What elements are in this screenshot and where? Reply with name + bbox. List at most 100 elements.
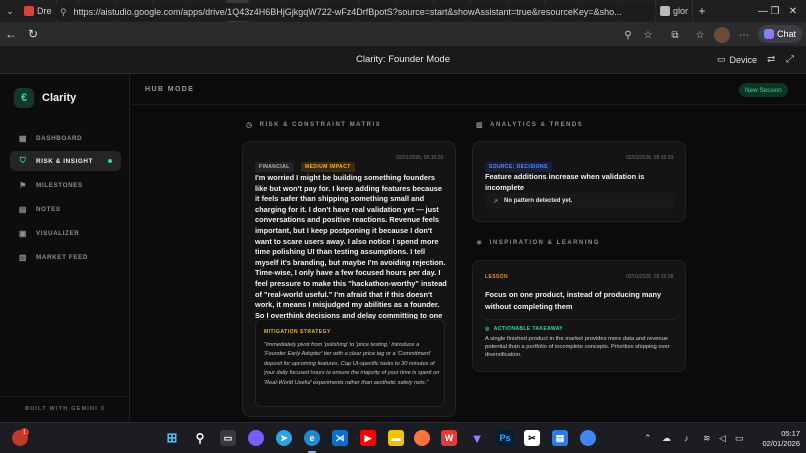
windows-start-icon[interactable]: ⊞ [164, 430, 180, 446]
url-field[interactable]: ⚲ https://aistudio.google.com/apps/drive… [52, 3, 656, 21]
tab-favicon-icon [660, 6, 670, 16]
tab-label: glor [673, 6, 689, 16]
pattern-status: ↗ No pattern detected yet. [485, 193, 675, 209]
sidebar-item-label: VISUALIZER [36, 229, 80, 237]
sidebar-item-label: DASHBOARD [36, 134, 83, 142]
sidebar-item-label: MARKET FEED [36, 253, 89, 261]
system-clock[interactable]: 05:17 02/01/2026 [752, 429, 800, 449]
sidebar-item-dashboard[interactable]: ▦ DASHBOARD [10, 128, 121, 148]
wps-office-icon[interactable]: W [441, 430, 457, 446]
refresh-icon[interactable]: ⇄ [767, 54, 775, 65]
battery-icon[interactable]: ▭ [735, 433, 744, 444]
chat-label: Chat [776, 29, 796, 39]
feed-icon: ▥ [18, 252, 28, 262]
inspiration-section-header: ☀ INSPIRATION & LEARNING [476, 239, 600, 247]
file-explorer-icon[interactable]: ▬ [388, 430, 404, 446]
brand: € Clarity [14, 88, 76, 108]
sidebar-item-milestones[interactable]: ⚑ MILESTONES [10, 175, 121, 195]
youtube-icon[interactable]: ▶ [360, 430, 376, 446]
capcut-icon[interactable]: ✂ [524, 430, 540, 446]
chrome-icon[interactable] [580, 430, 596, 446]
check-circle-icon: ◎ [485, 326, 490, 332]
sidebar-item-label: MILESTONES [36, 181, 83, 189]
more-menu-icon[interactable]: ⋯ [736, 27, 752, 43]
edge-browser-icon[interactable]: e [304, 430, 320, 446]
risk-tags: FINANCIAL MEDIUM IMPACT [255, 155, 358, 173]
vector-app-icon[interactable]: ▼ [469, 430, 485, 446]
tab-favicon-icon [24, 6, 34, 16]
sidebar-item-notes[interactable]: ▤ NOTES [10, 199, 121, 219]
wifi-icon[interactable]: ≋ [703, 433, 711, 444]
new-tab-button[interactable]: + [693, 4, 711, 18]
site-info-icon[interactable]: ⚲ [60, 7, 67, 18]
sidebar-item-market-feed[interactable]: ▥ MARKET FEED [10, 247, 121, 267]
copilot-app-icon[interactable] [248, 430, 264, 446]
mitigation-text: "Immediately pivot from 'polishing' to '… [264, 342, 440, 386]
grid-icon: ▦ [18, 133, 28, 143]
device-button[interactable]: ▭ Device [717, 54, 757, 65]
fullscreen-icon[interactable]: ⤢ [786, 54, 794, 65]
extensions-icon[interactable]: ⧉ [667, 27, 683, 43]
risk-timestamp: 02/01/2026, 05:15:20 [396, 155, 444, 161]
notification-badge: 1 [20, 428, 29, 437]
back-arrow-icon[interactable]: ← [0, 27, 22, 41]
new-session-button[interactable]: New Session [739, 83, 788, 97]
notepad-icon[interactable]: ▤ [552, 430, 568, 446]
inspiration-timestamp: 02/01/2026, 05:15:08 [626, 274, 674, 280]
tag-source-decisions: SOURCE: DECISIONS [485, 162, 552, 172]
takeaway-label-text: ACTIONABLE TAKEAWAY [493, 326, 564, 332]
app-header: Clarity: Founder Mode ▭ Device ⇄ ⤢ [0, 46, 806, 74]
onedrive-icon[interactable]: ☁ [662, 433, 671, 444]
mitigation-box: MITIGATION STRATEGY "Immediately pivot f… [255, 319, 445, 407]
zoom-icon[interactable]: ⚲ [620, 27, 636, 43]
analytics-timestamp: 02/01/2026, 05:15:03 [626, 155, 674, 161]
sidebar-item-label: NOTES [36, 205, 61, 213]
clock-date: 02/01/2026 [762, 439, 800, 448]
sidebar-item-risk-insight[interactable]: ⛉ RISK & INSIGHT [10, 151, 121, 171]
firefox-icon[interactable] [414, 430, 430, 446]
sidebar: € Clarity ▦ DASHBOARD ⛉ RISK & INSIGHT ⚑… [0, 74, 130, 422]
main-panel: HUB MODE New Session ◷ RISK & CONSTRAINT… [131, 74, 806, 422]
tray-overflow-chevron-icon[interactable]: ⌃ [644, 433, 652, 444]
browser-tab[interactable]: glor [656, 0, 693, 22]
address-bar-row: ← ↻ [0, 22, 806, 46]
search-icon[interactable]: ⚲ [192, 430, 208, 446]
risk-section-header: ◷ RISK & CONSTRAINT MATRIX [246, 121, 381, 129]
inspiration-section-title: INSPIRATION & LEARNING [489, 240, 601, 246]
tag-financial: FINANCIAL [255, 162, 294, 172]
close-window-button[interactable]: ✕ [779, 0, 806, 22]
risk-text: I'm worried I might be building somethin… [255, 173, 447, 330]
photoshop-icon[interactable]: Ps [497, 430, 513, 446]
lightbulb-icon: ☀ [476, 240, 484, 247]
windows-taskbar: 1 ⊞ ⚲ ▭ ➤ e ⋊ ▶ ▬ W ▼ Ps ✂ ▤ ⌃ ☁ ♪ ≋ ◁ ▭… [0, 422, 806, 453]
bookmark-star-icon[interactable]: ☆ [640, 27, 656, 43]
hub-mode-label: HUB MODE [145, 86, 195, 93]
clarity-logo-icon: € [14, 88, 34, 108]
trend-icon: ↗ [493, 198, 499, 205]
volume-icon[interactable]: ◁ [719, 433, 726, 444]
vscode-icon[interactable]: ⋊ [332, 430, 348, 446]
takeaway-label: ◎ ACTIONABLE TAKEAWAY [485, 326, 563, 332]
shield-icon: ⛉ [19, 156, 27, 165]
reload-icon[interactable]: ↻ [22, 27, 44, 41]
built-with-label: BUILT WITH GEMINI 3 [25, 406, 105, 412]
risk-card: FINANCIAL MEDIUM IMPACT 02/01/2026, 05:1… [242, 141, 456, 417]
tag-medium-impact: MEDIUM IMPACT [301, 162, 355, 172]
chat-button[interactable]: Chat [758, 25, 802, 43]
profile-avatar[interactable] [714, 27, 730, 43]
microphone-icon[interactable]: ♪ [684, 433, 689, 443]
task-view-icon[interactable]: ▭ [220, 430, 236, 446]
clock-time: 05:17 [781, 429, 800, 438]
main-header-divider [131, 104, 806, 105]
sidebar-item-visualizer[interactable]: ▣ VISUALIZER [10, 223, 121, 243]
pattern-status-text: No pattern detected yet. [504, 198, 573, 204]
analytics-text: Feature additions increase when validati… [485, 172, 645, 192]
tab-menu-icon[interactable]: ⌄ [0, 0, 20, 22]
image-icon: ▣ [18, 228, 28, 238]
analytics-tags: SOURCE: DECISIONS [485, 155, 555, 173]
risk-section-title: RISK & CONSTRAINT MATRIX [259, 122, 382, 128]
lesson-tag: LESSON [485, 274, 508, 280]
favorites-icon[interactable]: ☆ [692, 27, 708, 43]
telegram-icon[interactable]: ➤ [276, 430, 292, 446]
card-divider [485, 319, 675, 320]
